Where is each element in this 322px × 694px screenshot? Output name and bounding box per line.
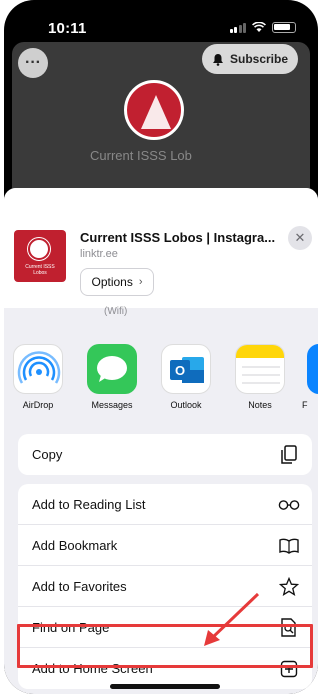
plus-square-icon: [278, 658, 300, 680]
add-to-home-screen-action[interactable]: Add to Home Screen: [18, 648, 312, 689]
wifi-text: (Wifi): [104, 306, 128, 317]
status-time: 10:11: [48, 20, 87, 37]
app-label: Notes: [248, 400, 272, 410]
battery-icon: [272, 22, 296, 33]
app-label: Outlook: [170, 400, 202, 410]
app-label: Messages: [91, 400, 133, 410]
subscribe-label: Subscribe: [229, 52, 289, 66]
add-to-favorites-action[interactable]: Add to Favorites: [18, 566, 312, 607]
app-label: F: [302, 400, 308, 410]
outlook-icon: O: [161, 344, 211, 394]
more-options-button[interactable]: ···: [18, 48, 48, 78]
app-partial[interactable]: F: [302, 344, 318, 410]
find-document-icon: [278, 617, 300, 639]
options-label: Options: [91, 275, 133, 289]
status-icons: [229, 22, 296, 33]
reading-list-label: Add to Reading List: [32, 496, 146, 512]
star-icon: [278, 576, 300, 598]
cellular-signal-icon: [229, 22, 246, 33]
messages-icon: [87, 344, 137, 394]
app-airdrop[interactable]: AirDrop: [8, 344, 68, 410]
share-app-row: AirDrop Messages O Outlook Notes F: [4, 344, 318, 414]
bookmark-label: Add Bookmark: [32, 537, 118, 553]
app-outlook[interactable]: O Outlook: [156, 344, 216, 410]
share-sheet: Current ISSS Lobos Current ISSS Lobos | …: [4, 188, 318, 694]
wifi-icon: [252, 22, 266, 32]
share-sheet-header: Current ISSS Lobos Current ISSS Lobos | …: [4, 188, 318, 317]
favorites-label: Add to Favorites: [32, 578, 127, 594]
close-icon[interactable]: ✕: [288, 226, 312, 250]
subscribe-button[interactable]: Subscribe: [202, 44, 298, 74]
background-page-title: Current ISSS Lob: [90, 148, 192, 160]
app-notes[interactable]: Notes: [230, 344, 290, 410]
bell-icon: [212, 53, 223, 66]
copy-action[interactable]: Copy: [18, 434, 312, 475]
phone-screen: 10:11 ··· Subscribe Current ISSS Lob Cur…: [4, 0, 318, 694]
add-to-reading-list-action[interactable]: Add to Reading List: [18, 484, 312, 525]
status-bar: 10:11: [4, 0, 318, 44]
options-button[interactable]: Options ›: [80, 268, 154, 296]
book-icon: [278, 535, 300, 557]
copy-icon: [278, 444, 300, 466]
home-screen-label: Add to Home Screen: [32, 661, 153, 676]
app-messages[interactable]: Messages: [82, 344, 142, 410]
airdrop-icon: [13, 344, 63, 394]
notes-icon: [235, 344, 285, 394]
copy-group: Copy: [18, 434, 312, 475]
svg-text:O: O: [175, 363, 185, 378]
share-title: Current ISSS Lobos | Instagra...: [80, 230, 276, 245]
link-thumbnail: Current ISSS Lobos: [14, 230, 66, 282]
actions-group: Add to Reading List Add Bookmark Add to …: [18, 484, 312, 689]
app-label: AirDrop: [22, 400, 54, 410]
profile-logo: [124, 80, 184, 140]
glasses-icon: [278, 494, 300, 516]
thumbnail-text: Current ISSS Lobos: [25, 264, 55, 276]
home-indicator: [110, 684, 220, 689]
copy-label: Copy: [32, 447, 63, 462]
add-bookmark-action[interactable]: Add Bookmark: [18, 525, 312, 566]
find-label: Find on Page: [32, 619, 110, 635]
chevron-right-icon: ›: [138, 276, 143, 288]
share-domain: linktr.ee: [80, 248, 118, 260]
app-icon: [307, 344, 318, 394]
thumbnail-logo: [28, 238, 50, 260]
find-on-page-action[interactable]: Find on Page: [18, 607, 312, 648]
